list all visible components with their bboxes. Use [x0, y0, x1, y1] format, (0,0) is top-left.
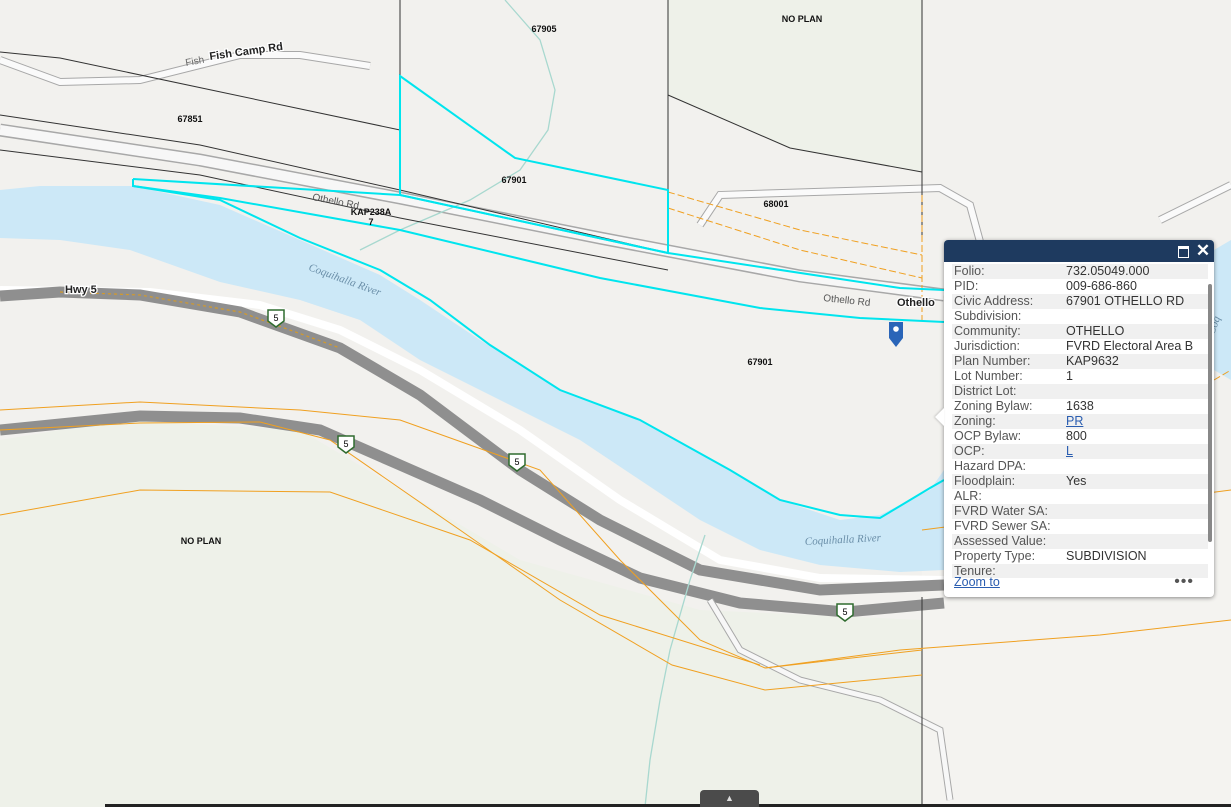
attribute-value: OTHELLO [1064, 324, 1208, 339]
parcel-label: NO PLAN [782, 14, 823, 24]
attribute-key: OCP Bylaw: [954, 429, 1022, 443]
attribute-value [1064, 384, 1208, 399]
attribute-key: Jurisdiction: [954, 339, 1020, 353]
parcel-label: NO PLAN [181, 536, 222, 546]
attribute-row: PID: 009-686-860 [952, 279, 1208, 294]
attribute-value [1064, 309, 1208, 324]
attribute-key: Plan Number: [952, 354, 1064, 369]
shield-number: 5 [273, 313, 278, 323]
attribute-value [1064, 534, 1208, 549]
attribute-row: Assessed Value: [952, 534, 1208, 549]
attribute-key: OCP: [952, 444, 1064, 459]
attribute-table: Folio: 732.05049.000 PID: 009-686-860 Civic … [952, 264, 1208, 578]
attribute-row: FVRD Sewer SA: [952, 519, 1208, 534]
attribute-row: Zoning Bylaw: 1638 [952, 399, 1208, 414]
attribute-value: 1 [1066, 369, 1073, 383]
attribute-row: Lot Number: 1 [952, 369, 1208, 384]
attribute-value: 1638 [1066, 399, 1094, 413]
popup-header: ✕ [944, 240, 1214, 262]
attribute-row: Floodplain: Yes [952, 474, 1208, 489]
shield-number: 5 [514, 457, 519, 467]
river [1214, 240, 1231, 380]
shield-number: 5 [842, 607, 847, 617]
popup-scrollbar[interactable] [1208, 284, 1212, 542]
chevron-up-icon: ▲ [725, 793, 734, 803]
attribute-value-link[interactable]: PR [1066, 414, 1083, 428]
attribute-row: Civic Address: 67901 OTHELLO RD [952, 294, 1208, 309]
attribute-key: FVRD Sewer SA: [954, 519, 1051, 533]
attribute-value [1064, 519, 1208, 534]
attribute-row: Folio: 732.05049.000 [952, 264, 1208, 279]
attribute-row: Community: OTHELLO [952, 324, 1208, 339]
parcel-label: 68001 [763, 199, 788, 209]
attribute-value: 67901 OTHELLO RD [1064, 294, 1208, 309]
attribute-row: Plan Number: KAP9632 [952, 354, 1208, 369]
attribute-table-toggle[interactable]: ▲ [700, 790, 759, 807]
road-label-hwy-5: Hwy 5 [65, 284, 97, 296]
attribute-key: ALR: [954, 489, 982, 503]
attribute-row: Property Type: SUBDIVISION [952, 549, 1208, 564]
close-icon[interactable]: ✕ [1194, 242, 1212, 260]
attribute-value: Yes [1064, 474, 1208, 489]
attribute-value[interactable]: PR [1064, 414, 1208, 429]
attribute-row: Zoning: PR [952, 414, 1208, 429]
attribute-row: District Lot: [952, 384, 1208, 399]
attribute-row: Jurisdiction: FVRD Electoral Area B [952, 339, 1208, 354]
maximize-icon[interactable] [1174, 242, 1192, 260]
attribute-row: ALR: [952, 489, 1208, 504]
attribute-value: SUBDIVISION [1066, 549, 1147, 563]
more-options-icon[interactable]: ••• [1174, 573, 1194, 591]
popup-body[interactable]: Folio: 732.05049.000 PID: 009-686-860 Civic … [944, 264, 1210, 578]
attribute-key: Lot Number: [954, 369, 1023, 383]
attribute-key: Floodplain: [952, 474, 1064, 489]
popup-footer: Zoom to ••• [944, 573, 1214, 597]
attribute-key: Subdivision: [954, 309, 1022, 323]
attribute-value: 009-686-860 [1066, 279, 1137, 293]
attribute-value-link[interactable]: L [1066, 444, 1073, 458]
road-label-othello-bold: Othello [897, 297, 935, 309]
parcel-label: 67901 [501, 175, 526, 185]
attribute-row: OCP: L [952, 444, 1208, 459]
shield-number: 5 [343, 439, 348, 449]
attribute-value: FVRD Electoral Area B [1066, 339, 1194, 353]
attribute-key: Zoning: [952, 414, 1064, 429]
attribute-value [1064, 489, 1208, 504]
attribute-key: Civic Address: [952, 294, 1064, 309]
attribute-value: 800 [1066, 429, 1087, 443]
attribute-row: OCP Bylaw: 800 [952, 429, 1208, 444]
attribute-key: FVRD Water SA: [952, 504, 1064, 519]
attribute-key: Zoning Bylaw: [954, 399, 1033, 413]
attribute-key: Folio: [952, 264, 1064, 279]
parcel-label: 67901 [747, 357, 772, 367]
attribute-value: KAP9632 [1064, 354, 1208, 369]
parcel-label: 67905 [531, 24, 556, 34]
attribute-key: Property Type: [954, 549, 1036, 563]
attribute-row: Hazard DPA: [952, 459, 1208, 474]
attribute-key: Hazard DPA: [954, 459, 1027, 473]
attribute-value: 732.05049.000 [1064, 264, 1208, 279]
attribute-value[interactable]: L [1064, 444, 1208, 459]
parcel-label: 7 [368, 217, 373, 227]
attribute-popup: ✕ Folio: 732.05049.000 PID: 009-686-860 Civi… [935, 240, 1214, 597]
parcel-label: 67851 [177, 114, 202, 124]
attribute-key: Community: [952, 324, 1064, 339]
attribute-key: PID: [954, 279, 979, 293]
attribute-row: FVRD Water SA: [952, 504, 1208, 519]
attribute-row: Subdivision: [952, 309, 1208, 324]
attribute-key: District Lot: [952, 384, 1064, 399]
attribute-value [1064, 504, 1208, 519]
zoom-to-link[interactable]: Zoom to [954, 575, 1000, 589]
attribute-value [1064, 459, 1208, 474]
popup-pointer [935, 408, 944, 426]
attribute-key: Assessed Value: [952, 534, 1064, 549]
